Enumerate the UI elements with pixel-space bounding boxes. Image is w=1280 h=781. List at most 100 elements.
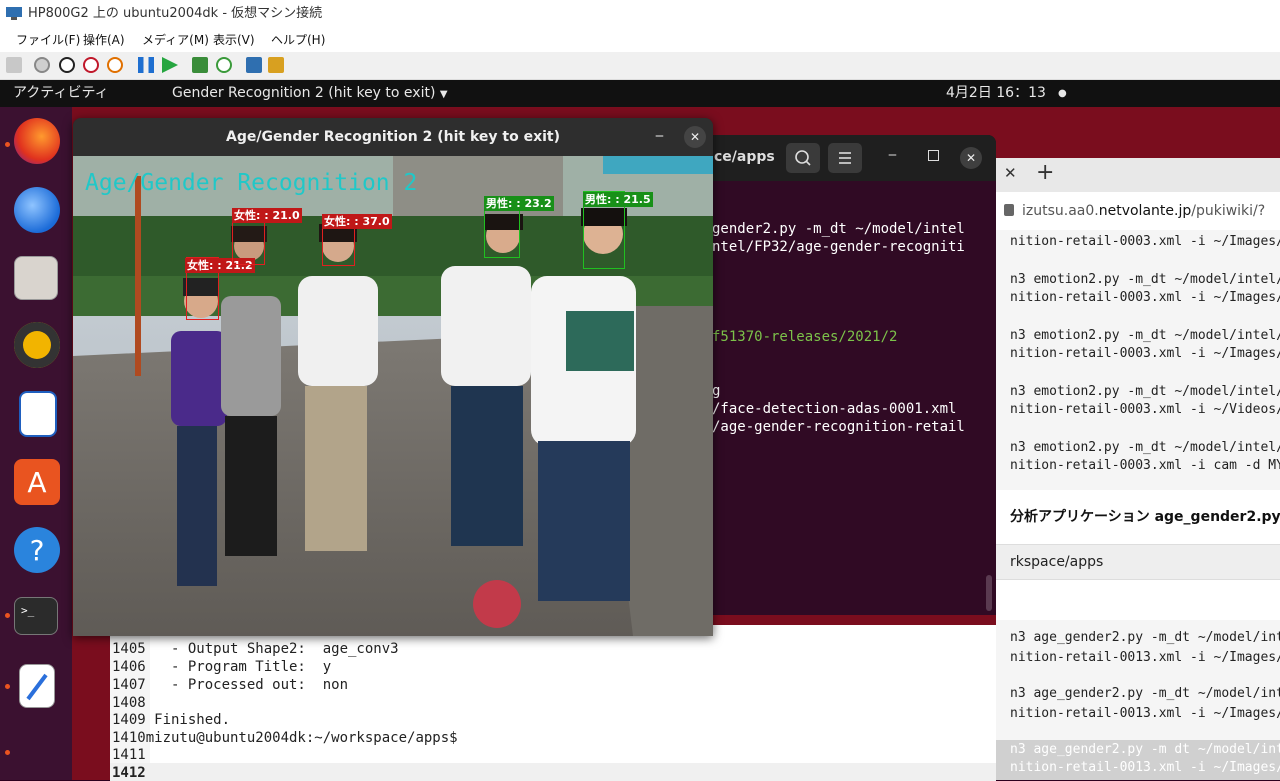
running-indicator <box>5 613 10 618</box>
ubuntu-software-icon[interactable]: A <box>14 459 60 505</box>
minimize-icon[interactable]: ‒ <box>655 128 664 144</box>
checkpoint-icon[interactable] <box>192 57 208 73</box>
lock-icon <box>1004 204 1014 216</box>
notification-dot-icon: ● <box>1058 88 1067 99</box>
maximize-icon[interactable] <box>928 150 939 161</box>
terminal-output-pane: 1405 - Output Shape2: age_conv3 1406 - P… <box>110 625 996 781</box>
close-tab-icon[interactable]: ✕ <box>1004 164 1017 182</box>
host-title-bar: HP800G2 上の ubuntu2004dk - 仮想マシン接続 <box>0 0 1280 28</box>
section-heading: 分析アプリケーション age_gender2.py <box>1010 509 1280 525</box>
share-icon[interactable] <box>268 57 284 73</box>
revert-icon[interactable] <box>216 57 232 73</box>
search-icon <box>795 150 811 166</box>
path-bar: rkspace/apps <box>996 544 1280 580</box>
activities-button[interactable]: アクティビティ <box>13 80 109 107</box>
code-line: nition-retail-0003.xml -i ~/Videos/vid <box>1010 402 1280 417</box>
host-menu-bar: ファイル(F) 操作(A) メディア(M) 表示(V) ヘルプ(H) <box>0 28 1280 52</box>
current-line-highlight <box>110 763 996 781</box>
scrollbar-thumb[interactable] <box>986 575 992 611</box>
start-icon[interactable] <box>34 57 50 73</box>
code-line: nition-retail-0013.xml -i ~/Images/pho <box>1010 760 1280 775</box>
terminal-line: /face-detection-adas-0001.xml <box>712 401 957 417</box>
address-bar[interactable]: izutsu.aa0.netvolante.jp/pukiwiki/?Co <box>996 192 1280 257</box>
line-number: 1406 <box>112 659 146 675</box>
line-number: 1407 <box>112 677 146 693</box>
menu-help[interactable]: ヘルプ(H) <box>271 28 325 52</box>
menu-button[interactable] <box>828 143 862 173</box>
browser-window: ✕ + izutsu.aa0.netvolante.jp/pukiwiki/?C… <box>996 158 1280 780</box>
libreoffice-writer-icon[interactable] <box>19 391 57 437</box>
line-number: 1405 <box>112 641 146 657</box>
enhanced-session-icon[interactable] <box>246 57 262 73</box>
clock[interactable]: 4月2日 16：13 <box>946 80 1046 107</box>
line-number: 1409 <box>112 712 146 728</box>
close-icon[interactable]: ✕ <box>960 147 982 169</box>
menu-view[interactable]: 表示(V) <box>213 28 255 52</box>
resume-icon[interactable] <box>162 57 178 73</box>
terminal-line: ntel/FP32/age-gender-recogniti <box>712 239 965 255</box>
new-tab-button[interactable]: + <box>1036 160 1054 185</box>
code-line: nition-retail-0003.xml -i ~/Images/emo <box>1010 290 1280 305</box>
code-line: nition-retail-0013.xml -i ~/Images/mai <box>1010 706 1280 721</box>
red-ball <box>473 580 521 628</box>
terminal-window: ce/apps ‒ ✕ gender2.py -m_dt ~/model/int… <box>690 135 996 615</box>
menu-media[interactable]: メディア(M) <box>142 28 209 52</box>
terminal-header: ce/apps ‒ ✕ <box>690 135 996 181</box>
code-line: n3 age_gender2.py -m_dt ~/model/intel/ <box>1010 686 1280 701</box>
terminal-line: gender2.py -m_dt ~/model/intel <box>712 221 965 237</box>
minimize-icon[interactable]: ‒ <box>888 147 897 163</box>
pause-icon[interactable] <box>138 57 154 73</box>
text-editor-icon[interactable] <box>19 664 55 708</box>
menu-file[interactable]: ファイル(F) <box>16 28 80 52</box>
host-window-title: HP800G2 上の ubuntu2004dk - 仮想マシン接続 <box>28 6 323 21</box>
line-number: 1412 <box>112 765 146 781</box>
recognition-image: Age/Gender Recognition 2 女性: : 21.2 女性: … <box>73 156 713 636</box>
code-line: n3 emotion2.py -m_dt ~/model/intel/FP1 <box>1010 272 1280 287</box>
output-line: - Program Title: y <box>145 659 332 675</box>
help-icon[interactable]: ? <box>14 527 60 573</box>
age-gender-window: Age/Gender Recognition 2 (hit key to exi… <box>73 118 713 636</box>
code-line: n3 emotion2.py -m_dt ~/model/intel/FP1 <box>1010 440 1280 455</box>
thunderbird-icon[interactable] <box>14 187 60 233</box>
rhythmbox-icon[interactable] <box>14 322 60 368</box>
code-line: nition-retail-0003.xml -i ~/Images/emo <box>1010 234 1280 249</box>
virtual-machine-icon <box>6 7 22 20</box>
ctrl-alt-del-icon[interactable] <box>6 57 22 73</box>
code-line: nition-retail-0003.xml -i ~/Images/emo <box>1010 346 1280 361</box>
files-icon[interactable] <box>14 256 58 300</box>
app-menu-label: Gender Recognition 2 (hit key to exit) <box>172 85 436 101</box>
terminal-line: g <box>712 383 721 399</box>
face-label: 男性: : 23.2 <box>484 196 554 211</box>
cv-window-header: Age/Gender Recognition 2 (hit key to exi… <box>73 118 713 156</box>
code-line: n3 emotion2.py -m_dt ~/model/intel/FP1 <box>1010 384 1280 399</box>
hamburger-icon <box>839 152 851 164</box>
app-menu[interactable]: Gender Recognition 2 (hit key to exit) ▼ <box>172 80 448 108</box>
code-line: nition-retail-0013.xml -i ~/Images/emo <box>1010 650 1280 665</box>
turn-off-icon[interactable] <box>59 57 75 73</box>
close-icon[interactable]: ✕ <box>684 126 706 148</box>
url-domain: netvolante.jp <box>1098 203 1192 219</box>
firefox-icon[interactable] <box>14 118 60 164</box>
face-label: 女性: : 21.0 <box>232 208 302 223</box>
terminal-icon[interactable]: >_ <box>14 597 58 635</box>
line-number: 1408 <box>112 695 146 711</box>
ubuntu-top-bar: アクティビティ Gender Recognition 2 (hit key to… <box>0 80 1280 107</box>
code-block-1: nition-retail-0003.xml -i ~/Images/emo n… <box>996 230 1280 490</box>
running-indicator <box>5 684 10 689</box>
url-host: izutsu.aa0. <box>1022 203 1099 219</box>
terminal-line: f51370-releases/2021/2 <box>712 329 898 345</box>
code-block-2: n3 age_gender2.py -m_dt ~/model/intel/ n… <box>996 620 1280 780</box>
code-line: n3 age_gender2.py -m_dt ~/model/intel/ <box>1010 630 1280 645</box>
face-label: 女性: : 37.0 <box>322 214 392 229</box>
shutdown-icon[interactable] <box>83 57 99 73</box>
code-line: nition-retail-0003.xml -i cam -d MYRIA <box>1010 458 1280 473</box>
cv-window-title: Age/Gender Recognition 2 (hit key to exi… <box>225 129 561 145</box>
face-label: 男性: : 21.5 <box>583 192 653 207</box>
output-line: Finished. <box>145 712 231 728</box>
menu-action[interactable]: 操作(A) <box>83 28 125 52</box>
output-line: - Output Shape2: age_conv3 <box>145 641 399 657</box>
search-button[interactable] <box>786 143 820 173</box>
save-state-icon[interactable] <box>107 57 123 73</box>
line-number: 1410 <box>112 730 146 746</box>
host-toolbar <box>0 52 1280 80</box>
